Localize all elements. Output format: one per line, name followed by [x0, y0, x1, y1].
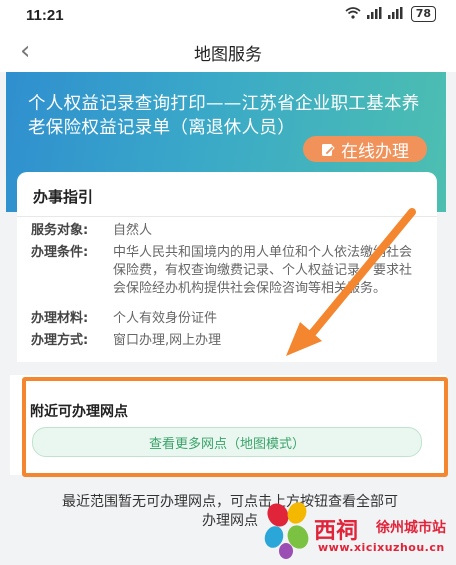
status-bar: 11:21 78	[0, 0, 456, 30]
guide-row: 办理方式: 窗口办理,网上办理	[31, 332, 431, 350]
guide-row: 办理材料: 个人有效身份证件	[31, 310, 431, 328]
guide-label: 服务对象:	[31, 223, 89, 238]
apply-online-button[interactable]: 在线办理	[303, 136, 427, 162]
edit-icon	[321, 142, 335, 156]
guide-row: 办理条件: 中华人民共和国境内的用人单位和个人依法缴纳社会保险费，有权查询缴费记…	[31, 244, 431, 298]
section-gap	[0, 362, 456, 372]
watermark-city: 徐州城市站	[376, 520, 446, 536]
status-indicators: 78	[345, 6, 436, 22]
service-title: 个人权益记录查询打印——江苏省企业职工基本养老保险权益记录单（离退休人员）	[28, 94, 420, 138]
guide-value: 个人有效身份证件	[113, 311, 218, 326]
guide-value: 中华人民共和国境内的用人单位和个人依法缴纳社会保险费，有权查询缴费记录、个人权益…	[113, 245, 413, 296]
nav-bar: ‹ 地图服务	[0, 30, 456, 72]
status-time: 11:21	[26, 7, 64, 24]
guide-value: 自然人	[113, 223, 153, 238]
guide-label: 办理方式:	[31, 333, 89, 348]
signal-icon	[366, 6, 405, 22]
watermark-url: www.xicixuzhou.cn	[318, 541, 445, 554]
guide-label: 办理条件:	[31, 245, 89, 260]
watermark: 西祠 徐州城市站 www.xicixuzhou.cn	[264, 497, 454, 563]
divider	[17, 216, 437, 217]
guide-row: 服务对象: 自然人	[31, 222, 431, 240]
page-title: 地图服务	[194, 45, 262, 65]
apply-online-label: 在线办理	[341, 141, 409, 162]
guide-title: 办事指引	[33, 188, 94, 206]
wifi-icon	[345, 6, 361, 22]
battery-indicator: 78	[410, 6, 436, 22]
guide-label: 办理材料:	[31, 311, 89, 326]
watermark-logo-icon	[264, 502, 309, 559]
guide-card: 办事指引 服务对象: 自然人 办理条件: 中华人民共和国境内的用人单位和个人依法…	[17, 172, 437, 362]
guide-value: 窗口办理,网上办理	[113, 333, 222, 348]
annotation-frame	[22, 377, 448, 477]
